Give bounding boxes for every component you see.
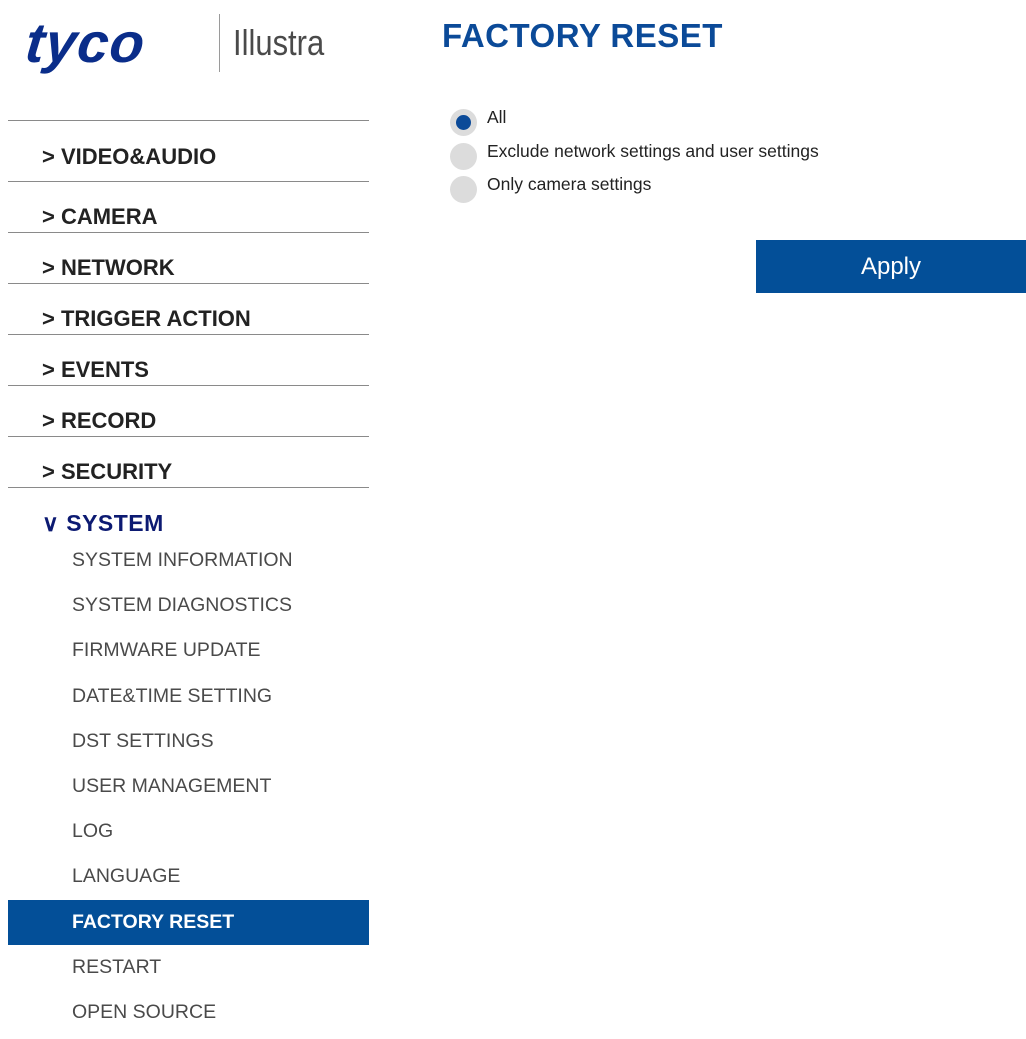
nav-item-label: > TRIGGER ACTION (42, 306, 251, 332)
subnav-dst-settings[interactable]: DST SETTINGS (8, 719, 369, 764)
subnav-language[interactable]: LANGUAGE (8, 854, 369, 899)
nav-item-security[interactable]: > SECURITY (8, 436, 369, 487)
subnav-log[interactable]: LOG (8, 809, 369, 854)
radio-button[interactable] (450, 176, 477, 204)
page: tyco Illustra > VIDEO&AUDIO > CAMERA > N… (0, 0, 1026, 1039)
nav-item-label: > EVENTS (42, 357, 149, 383)
subnav-factory-reset[interactable]: FACTORY RESET (8, 899, 369, 945)
apply-button[interactable]: Apply (756, 240, 1026, 293)
subnav-restart[interactable]: RESTART (8, 945, 369, 990)
subnav-firmware-update[interactable]: FIRMWARE UPDATE (8, 628, 369, 673)
nav-item-video-audio[interactable]: > VIDEO&AUDIO (8, 120, 369, 181)
radio-button[interactable] (450, 142, 477, 170)
nav-item-record[interactable]: > RECORD (8, 385, 369, 436)
nav-item-label: > RECORD (42, 408, 157, 434)
subnav-system-information[interactable]: SYSTEM INFORMATION (8, 538, 369, 583)
subnav-date-time-setting[interactable]: DATE&TIME SETTING (8, 674, 369, 719)
logo-divider (219, 14, 220, 72)
nav-item-trigger-action[interactable]: > TRIGGER ACTION (8, 283, 369, 334)
nav-item-label: > NETWORK (42, 255, 175, 281)
subnav-open-source[interactable]: OPEN SOURCE (8, 990, 369, 1035)
nav-item-label: > CAMERA (42, 204, 158, 230)
radio-label: Only camera settings (487, 174, 652, 195)
nav-item-label: > VIDEO&AUDIO (42, 144, 217, 170)
nav-item-network[interactable]: > NETWORK (8, 232, 369, 283)
radio-label: Exclude network settings and user settin… (487, 140, 819, 161)
sidebar-nav: > VIDEO&AUDIO > CAMERA > NETWORK > TRIGG… (8, 120, 369, 1035)
nav-item-system[interactable]: ∨ SYSTEM (8, 487, 369, 538)
nav-item-label: > SECURITY (42, 459, 173, 485)
reset-options-group: All Exclude network settings and user se… (450, 106, 819, 207)
nav-item-camera[interactable]: > CAMERA (8, 181, 369, 232)
reset-option-camera-only[interactable]: Only camera settings (450, 173, 819, 207)
subnav-user-management[interactable]: USER MANAGEMENT (8, 764, 369, 809)
radio-label: All (487, 107, 507, 128)
radio-button-selected[interactable] (450, 109, 477, 137)
page-title: FACTORY RESET (442, 17, 723, 54)
logo-brand: tyco (22, 11, 149, 74)
nav-item-events[interactable]: > EVENTS (8, 334, 369, 385)
nav-item-label: ∨ SYSTEM (42, 510, 164, 537)
tyco-illustra-logo: tyco Illustra (23, 8, 366, 78)
subnav-system-diagnostics[interactable]: SYSTEM DIAGNOSTICS (8, 583, 369, 628)
system-subnav: SYSTEM INFORMATION SYSTEM DIAGNOSTICS FI… (8, 538, 369, 1035)
logo-product: Illustra (233, 22, 325, 63)
reset-option-all[interactable]: All (450, 106, 819, 140)
reset-option-exclude-network-user[interactable]: Exclude network settings and user settin… (450, 140, 819, 174)
